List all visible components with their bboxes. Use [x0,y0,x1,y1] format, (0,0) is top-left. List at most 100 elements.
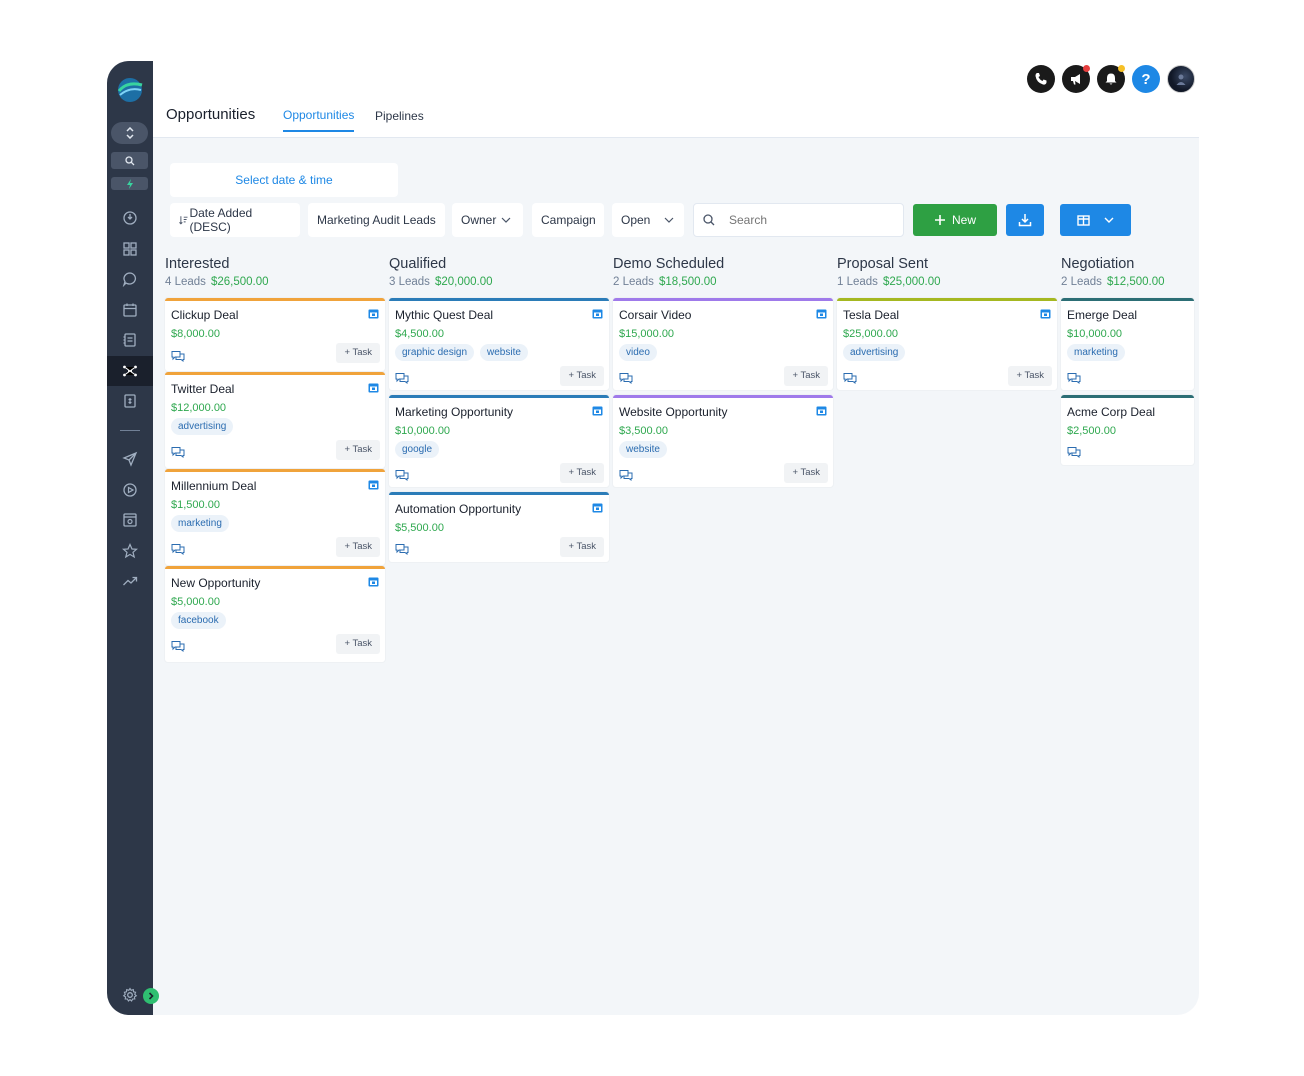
opportunity-card[interactable]: Millennium Deal $1,500.00 marketing + Ta… [165,469,385,565]
announcements-button[interactable] [1062,65,1090,93]
card-title: Clickup Deal [171,308,239,322]
add-task-button[interactable]: + Task [336,343,380,363]
notifications-button[interactable] [1097,65,1125,93]
opportunity-card[interactable]: Marketing Opportunity $10,000.00 google … [389,395,609,487]
top-bar: Opportunities Opportunities Pipelines ? [153,61,1199,138]
new-opportunity-button[interactable]: New [913,204,997,236]
campaign-dropdown[interactable]: Campaign [532,203,604,237]
date-time-picker-label: Select date & time [235,173,333,187]
tag: graphic design [395,344,475,361]
lead-count: 2 Leads [1061,276,1102,288]
chat-icon[interactable] [1067,446,1081,458]
chat-icon[interactable] [843,372,857,384]
opportunity-card[interactable]: Website Opportunity $3,500.00 website + … [613,395,833,487]
tab-opportunities[interactable]: Opportunities [283,108,355,132]
date-time-picker[interactable]: Select date & time [170,163,398,197]
opportunity-card[interactable]: Automation Opportunity $5,500.00 + Task [389,492,609,562]
calendar-icon[interactable] [592,405,603,416]
launchpad-icon[interactable] [118,206,142,230]
chat-icon[interactable] [395,469,409,481]
calendar-icon[interactable] [592,308,603,319]
reporting-icon[interactable] [118,569,142,593]
chat-icon[interactable] [171,446,185,458]
search-input[interactable] [727,212,891,228]
opportunity-card[interactable]: Mythic Quest Deal $4,500.00 graphic desi… [389,298,609,390]
page-title: Opportunities [166,106,256,123]
quick-actions-icon[interactable] [111,177,148,190]
chat-icon[interactable] [171,543,185,555]
column-header-proposal-sent: Proposal Sent 1 Leads $25,000.00 [837,256,941,288]
opportunity-card[interactable]: Emerge Deal $10,000.00 marketing [1061,298,1194,390]
calendar-icon[interactable] [368,308,379,319]
help-button[interactable]: ? [1132,65,1160,93]
export-button[interactable] [1006,204,1044,236]
contacts-icon[interactable] [118,328,142,352]
card-value: $8,000.00 [171,328,220,340]
calendar-icon[interactable] [816,405,827,416]
opportunity-card[interactable]: New Opportunity $5,000.00 facebook + Tas… [165,566,385,662]
opportunities-nav-item[interactable] [107,356,153,386]
dashboard-icon[interactable] [118,237,142,261]
column-title: Demo Scheduled [613,256,725,272]
app-logo[interactable] [115,75,145,105]
column-summary: 2 Leads $18,500.00 [613,276,724,288]
calendar-icon[interactable] [816,308,827,319]
calendar-icon[interactable] [118,298,142,322]
calendar-icon[interactable] [368,382,379,393]
user-avatar-icon [1176,74,1186,85]
add-task-button[interactable]: + Task [336,537,380,557]
add-task-button[interactable]: + Task [336,440,380,460]
reputation-star-icon[interactable] [118,539,142,563]
chat-icon[interactable] [619,469,633,481]
opportunity-card[interactable]: Tesla Deal $25,000.00 advertising + Task [837,298,1057,390]
calendar-icon[interactable] [368,576,379,587]
search-icon[interactable] [111,152,148,169]
automation-icon[interactable] [118,478,142,502]
add-task-button[interactable]: + Task [784,366,828,386]
add-task-button[interactable]: + Task [560,366,604,386]
calendar-icon[interactable] [1040,308,1051,319]
status-dropdown[interactable]: Open [612,203,684,237]
chat-icon[interactable] [619,372,633,384]
card-title: Millennium Deal [171,479,257,493]
column-title: Proposal Sent [837,256,929,272]
settings-gear-icon[interactable] [118,983,142,1007]
marketing-icon[interactable] [118,447,142,471]
chat-icon[interactable] [1067,372,1081,384]
payments-icon[interactable] [118,389,142,413]
opportunity-card[interactable]: Clickup Deal $8,000.00 + Task [165,298,385,371]
campaign-label: Campaign [541,213,596,227]
chat-icon[interactable] [395,372,409,384]
chat-icon[interactable] [395,543,409,555]
phone-button[interactable] [1027,65,1055,93]
view-switcher-button[interactable] [1060,204,1131,236]
notification-dot [1118,65,1125,72]
tab-pipelines[interactable]: Pipelines [375,109,424,123]
owner-dropdown[interactable]: Owner [452,203,523,237]
add-task-button[interactable]: + Task [784,463,828,483]
opportunity-card[interactable]: Twitter Deal $12,000.00 advertising + Ta… [165,372,385,468]
pipeline-dropdown[interactable]: Marketing Audit Leads [308,203,445,237]
column-header-qualified: Qualified 3 Leads $20,000.00 [389,256,493,288]
conversations-icon[interactable] [118,267,142,291]
status-label: Open [621,213,651,227]
add-task-button[interactable]: + Task [1008,366,1052,386]
search-box[interactable] [693,203,904,237]
opportunity-card[interactable]: Corsair Video $15,000.00 video + Task [613,298,833,390]
card-value: $3,500.00 [619,425,668,437]
sites-icon[interactable] [118,508,142,532]
avatar[interactable] [1167,65,1195,93]
add-task-button[interactable]: + Task [560,463,604,483]
sort-dropdown[interactable]: Date Added (DESC) [170,203,300,237]
chat-icon[interactable] [171,350,185,362]
location-switcher[interactable] [111,122,148,144]
plus-icon [934,215,945,225]
help-icon: ? [1141,70,1151,88]
board-view-icon [1077,214,1090,226]
opportunity-card[interactable]: Acme Corp Deal $2,500.00 [1061,395,1194,465]
calendar-icon[interactable] [368,479,379,490]
calendar-icon[interactable] [592,502,603,513]
add-task-button[interactable]: + Task [336,634,380,654]
add-task-button[interactable]: + Task [560,537,604,557]
chat-icon[interactable] [171,640,185,652]
